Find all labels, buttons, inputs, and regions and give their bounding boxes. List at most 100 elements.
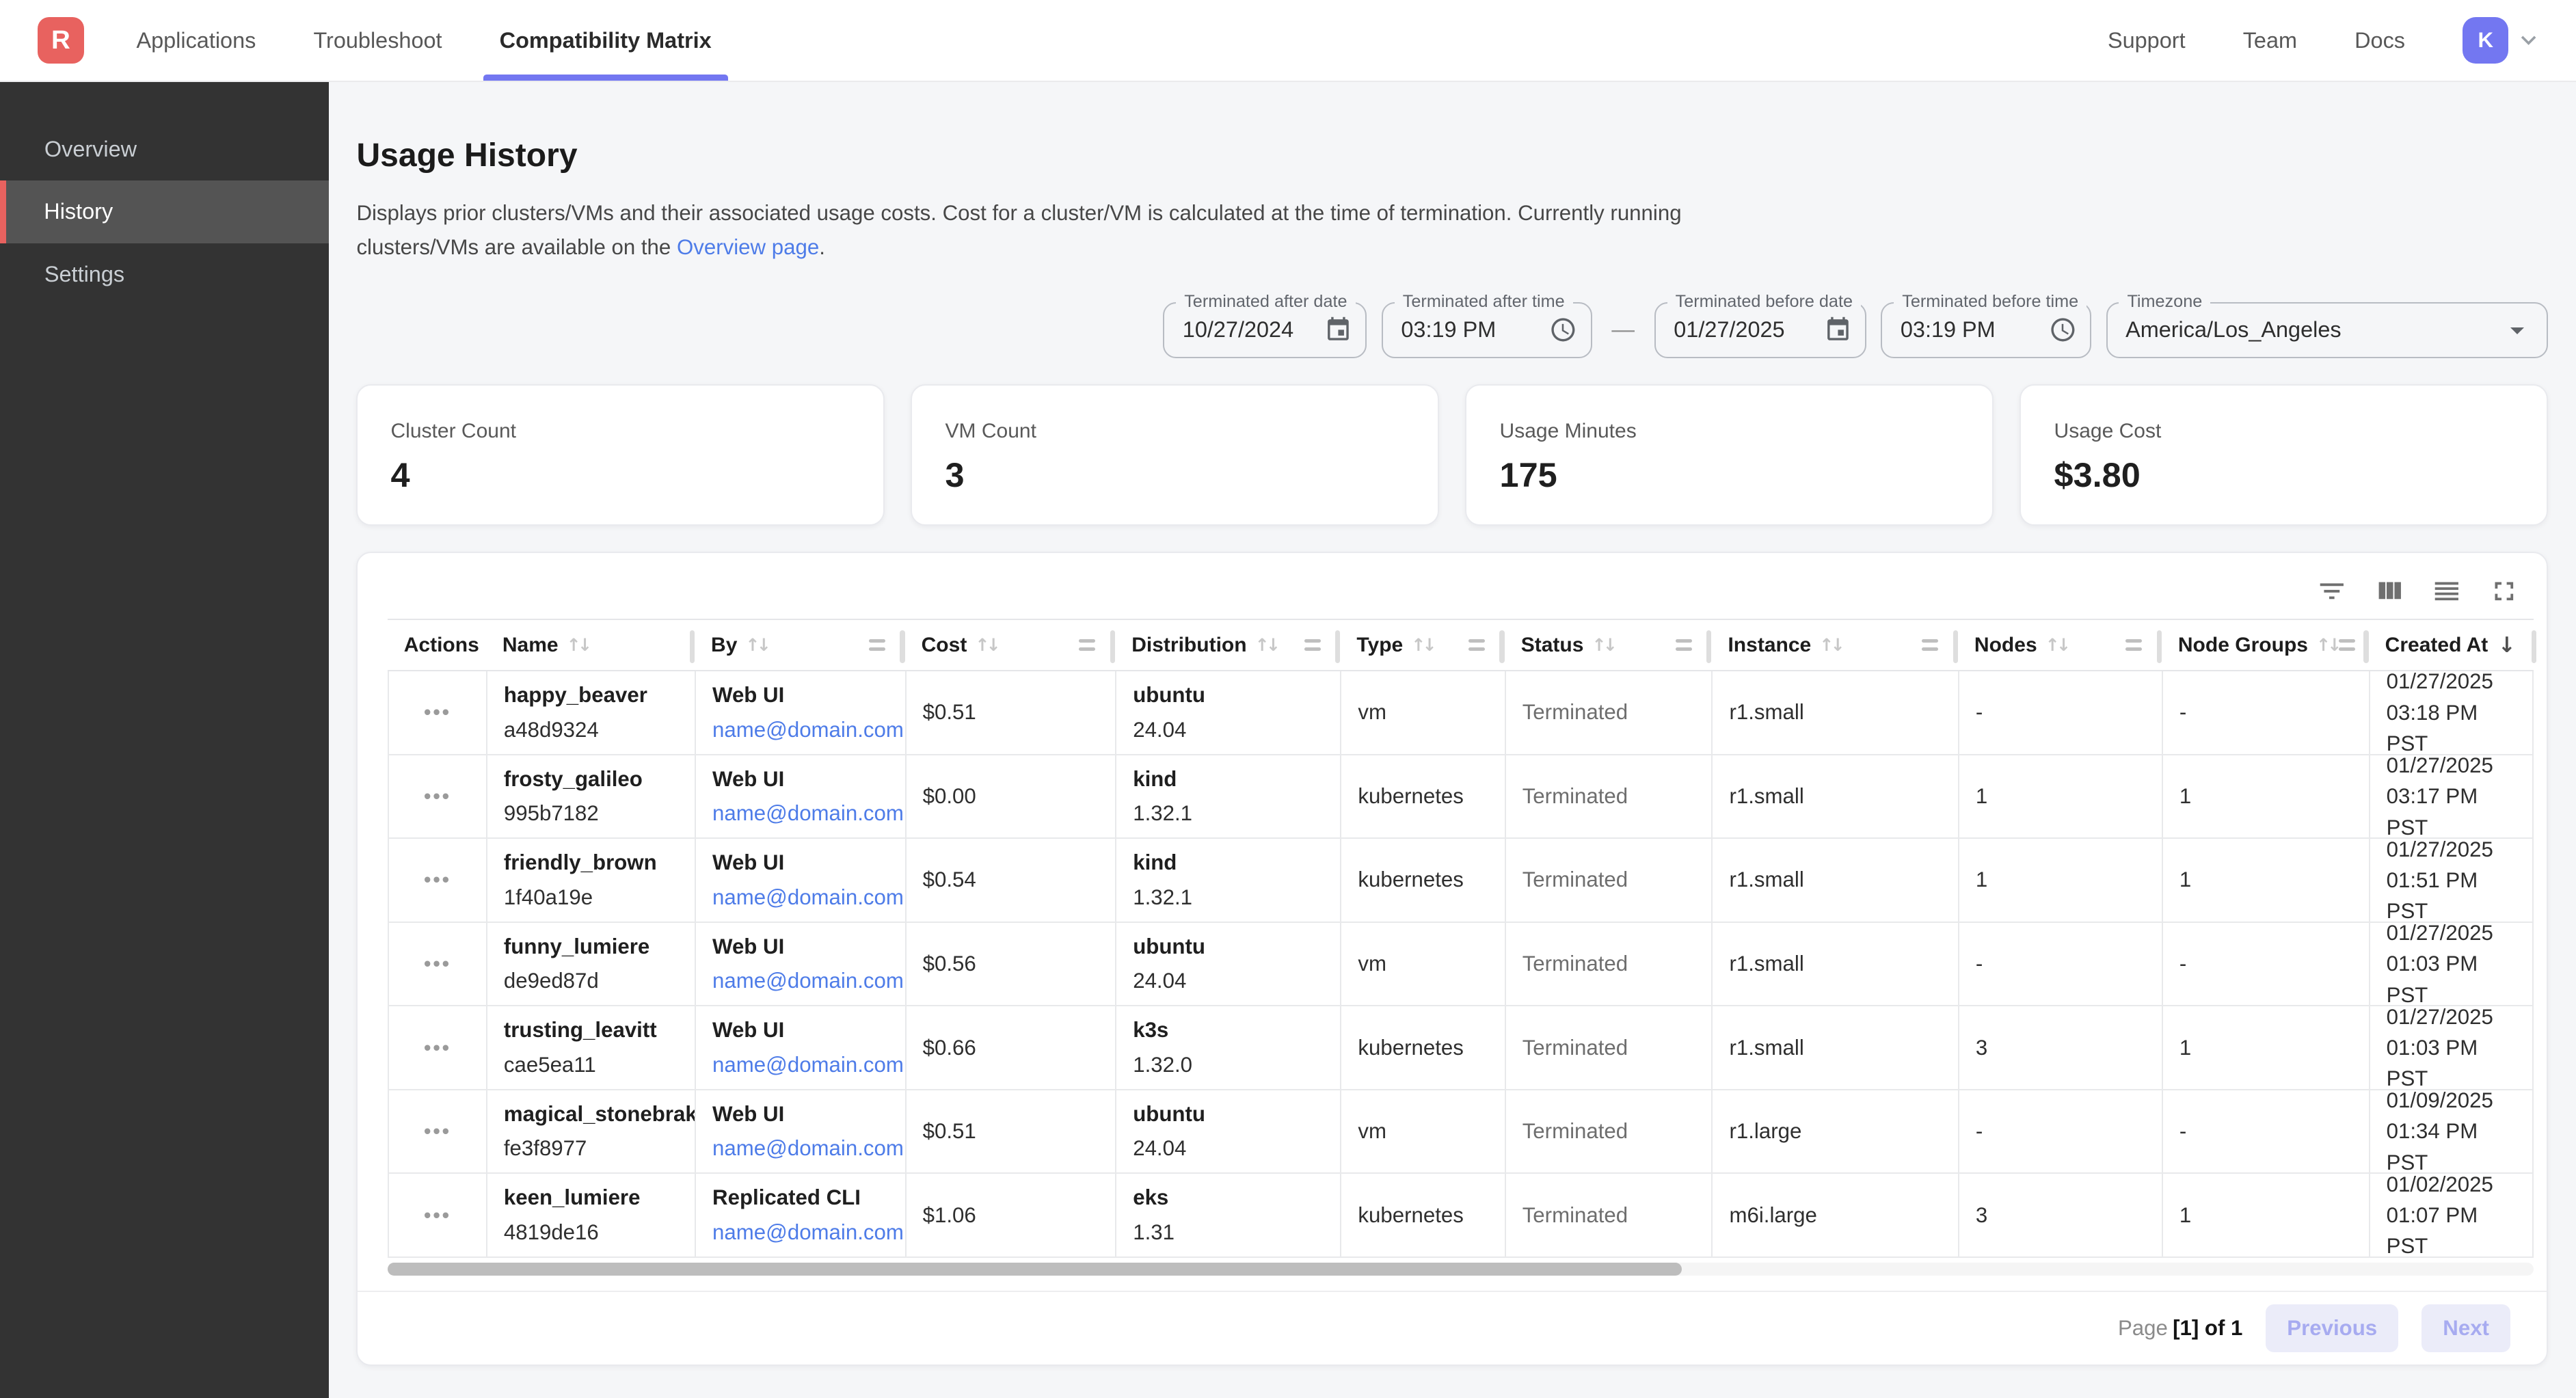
column-separator[interactable] [2532, 630, 2536, 663]
column-label: Status [1521, 634, 1584, 657]
density-button[interactable] [2430, 574, 2463, 607]
terminated-after-time-field[interactable]: Terminated after time 03:19 PM [1382, 302, 1592, 358]
sort-arrows-icon[interactable]: ↑↓ [2316, 635, 2339, 655]
row-actions-button ellipsis-icon[interactable]: ••• [424, 700, 451, 725]
horizontal-scrollbar[interactable] [388, 1263, 2534, 1276]
email-link[interactable]: name@domain.com [712, 1136, 904, 1160]
column-menu-icon[interactable] [1079, 639, 1095, 651]
email-link[interactable]: name@domain.com [712, 1053, 904, 1077]
previous-page-button[interactable]: Previous [2266, 1304, 2398, 1352]
column-menu-icon[interactable] [2125, 639, 2142, 651]
column-header-cost[interactable]: Cost ↑↓ [905, 620, 1116, 670]
column-header-distribution[interactable]: Distribution↑↓ [1115, 620, 1340, 670]
table-row: •••keen_lumiere4819de16Replicated CLInam… [389, 1174, 2532, 1258]
calendar-icon[interactable] [1824, 316, 1852, 344]
sort-arrows-icon[interactable]: ↑↓ [745, 635, 768, 655]
column-header-created_at[interactable]: Created At↓ [2369, 620, 2536, 670]
row-actions-button ellipsis-icon[interactable]: ••• [424, 1119, 451, 1144]
cell-cost: $0.54 [907, 839, 1117, 922]
table-row: •••magical_stonebrakerfe3f8977Web UIname… [389, 1090, 2532, 1174]
column-separator[interactable] [1335, 630, 1340, 663]
email-link[interactable]: name@domain.com [712, 801, 904, 825]
column-header-status[interactable]: Status ↑↓ [1505, 620, 1712, 670]
account-menu[interactable]: K [2463, 17, 2543, 63]
cell-distribution: ubuntu24.04 [1116, 923, 1341, 1006]
sort-arrows-icon[interactable]: ↑↓ [567, 635, 589, 655]
calendar-icon[interactable] [1324, 316, 1352, 344]
cell-created_at: 01/27/202501:03 PM PST [2370, 1006, 2538, 1089]
column-label: Cost [922, 634, 967, 657]
description-line1: Displays prior clusters/VMs and their as… [356, 201, 1681, 225]
column-header-instance[interactable]: Instance↑↓ [1711, 620, 1957, 670]
row-actions-button ellipsis-icon[interactable]: ••• [424, 868, 451, 892]
column-menu-icon[interactable] [869, 639, 885, 651]
row-actions-button ellipsis-icon[interactable]: ••• [424, 784, 451, 809]
next-page-button[interactable]: Next [2421, 1304, 2510, 1352]
nav-link-team[interactable]: Team [2243, 28, 2297, 53]
nav-tab-applications[interactable]: Applications [136, 0, 256, 81]
sort-desc-arrow-icon[interactable]: ↓ [2498, 633, 2516, 658]
column-separator[interactable] [1499, 630, 1504, 663]
timezone-select[interactable]: Timezone America/Los_Angeles [2106, 302, 2548, 358]
field-label: Terminated before date [1667, 292, 1861, 312]
email-link[interactable]: name@domain.com [712, 885, 904, 909]
brand-logo[interactable]: R [38, 17, 83, 63]
sort-arrows-icon[interactable]: ↑↓ [1819, 635, 1842, 655]
fullscreen-button[interactable] [2488, 574, 2521, 607]
column-header-name[interactable]: Name↑↓ [486, 620, 695, 670]
sort-arrows-icon[interactable]: ↑↓ [1255, 635, 1278, 655]
row-actions-button ellipsis-icon[interactable]: ••• [424, 1203, 451, 1228]
clock-icon[interactable] [1549, 316, 1577, 344]
table-row: •••trusting_leavittcae5ea11Web UIname@do… [389, 1006, 2532, 1090]
table-row: •••frosty_galileo995b7182Web UIname@doma… [389, 755, 2532, 839]
column-separator[interactable] [690, 630, 695, 663]
column-separator[interactable] [1706, 630, 1711, 663]
column-menu-icon[interactable] [1676, 639, 1692, 651]
email-link[interactable]: name@domain.com [712, 1220, 904, 1244]
cell-name: happy_beavera48d9324 [487, 671, 696, 754]
nav-tab-compatibility-matrix[interactable]: Compatibility Matrix [500, 0, 712, 81]
nav-link-docs[interactable]: Docs [2354, 28, 2405, 53]
cell-node_groups: 1 [2163, 1006, 2370, 1089]
column-header-type[interactable]: Type↑↓ [1340, 620, 1504, 670]
column-menu-icon[interactable] [1922, 639, 1938, 651]
field-label: Terminated before time [1894, 292, 2087, 312]
cell-by: Web UIname@domain.com [696, 839, 907, 922]
email-link[interactable]: name@domain.com [712, 718, 904, 742]
terminated-before-date-field[interactable]: Terminated before date 01/27/2025 [1654, 302, 1866, 358]
column-menu-icon[interactable] [2339, 639, 2355, 651]
sidebar-item-overview[interactable]: Overview [0, 118, 329, 180]
column-menu-icon[interactable] [1304, 639, 1321, 651]
row-actions-button ellipsis-icon[interactable]: ••• [424, 1036, 451, 1060]
columns-button[interactable] [2372, 574, 2405, 607]
column-separator[interactable] [1953, 630, 1958, 663]
sidebar-item-settings[interactable]: Settings [0, 243, 329, 306]
scrollbar-thumb[interactable] [388, 1263, 1682, 1276]
column-separator[interactable] [2363, 630, 2368, 663]
column-separator[interactable] [900, 630, 904, 663]
nav-tab-troubleshoot[interactable]: Troubleshoot [313, 0, 442, 81]
filter-button[interactable] [2315, 574, 2348, 607]
overview-page-link[interactable]: Overview page [677, 235, 819, 259]
column-header-nodes[interactable]: Nodes↑↓ [1958, 620, 2162, 670]
stat-card-cluster-count: Cluster Count 4 [356, 384, 885, 526]
sort-arrows-icon[interactable]: ↑↓ [1592, 635, 1614, 655]
nav-link-support[interactable]: Support [2108, 28, 2186, 53]
sort-arrows-icon[interactable]: ↑↓ [975, 635, 997, 655]
terminated-after-date-field[interactable]: Terminated after date 10/27/2024 [1163, 302, 1367, 358]
clock-icon[interactable] [2049, 316, 2077, 344]
sort-arrows-icon[interactable]: ↑↓ [2045, 635, 2068, 655]
page-indicator: Page[1] of 1 [2118, 1316, 2242, 1341]
column-menu-icon[interactable] [1468, 639, 1485, 651]
sort-arrows-icon[interactable]: ↑↓ [1411, 635, 1434, 655]
row-actions-button ellipsis-icon[interactable]: ••• [424, 952, 451, 976]
column-separator[interactable] [2157, 630, 2162, 663]
arrow-dropdown-icon[interactable] [2501, 314, 2534, 347]
sidebar-item-history[interactable]: History [0, 180, 329, 243]
column-header-node_groups[interactable]: Node Groups↑↓ [2162, 620, 2369, 670]
cell-instance: r1.small [1713, 755, 1959, 838]
terminated-before-time-field[interactable]: Terminated before time 03:19 PM [1881, 302, 2091, 358]
email-link[interactable]: name@domain.com [712, 969, 904, 993]
column-separator[interactable] [1110, 630, 1115, 663]
column-header-by[interactable]: By↑↓ [695, 620, 905, 670]
